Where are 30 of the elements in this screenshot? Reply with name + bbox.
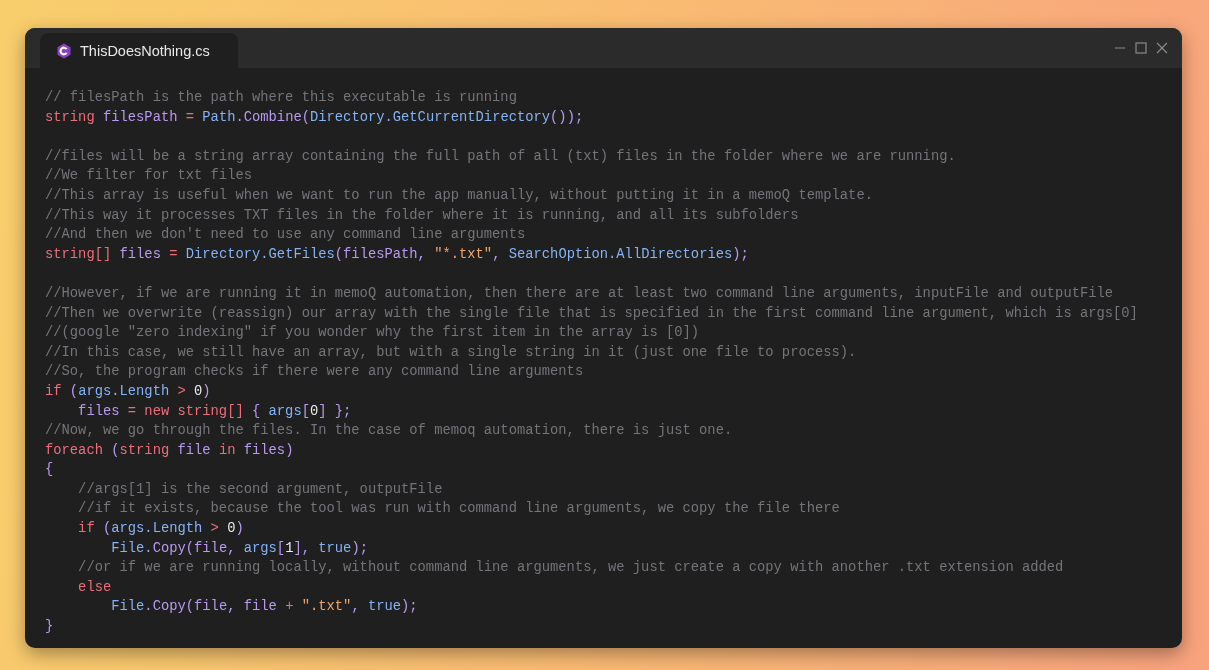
code-line: if (args.Length > 0) xyxy=(77,521,244,537)
code-line: File.Copy(file, file + ".txt", true); xyxy=(110,599,418,615)
code-line: { xyxy=(45,462,54,478)
file-tab[interactable]: ThisDoesNothing.cs xyxy=(40,33,238,68)
code-line: foreach (string file in files) xyxy=(45,442,294,458)
code-line: // filesPath is the path where this executable is running xyxy=(45,90,517,105)
code-line: } xyxy=(45,619,54,635)
csharp-file-icon xyxy=(56,42,72,59)
code-line: string filesPath = Path.Combine(Directory.GetCurrentDirectory()); xyxy=(45,109,584,125)
close-icon[interactable] xyxy=(1156,42,1168,54)
code-line: //And then we don't need to use any command line arguments xyxy=(45,227,526,243)
code-line: //Now, we go through the files. In the case of memoq automation, there is just one. xyxy=(45,423,733,439)
code-line: //However, if we are running it in memoQ automation, then there are at least two command line arguments, inputFile and outputFile xyxy=(45,285,1114,301)
code-line: //if it exists, because the tool was run with command line arguments, we copy the file there xyxy=(77,501,840,517)
code-line: else xyxy=(77,579,112,595)
code-line: //We filter for txt files xyxy=(45,168,252,184)
code-line: //Then we overwrite (reassign) our array with the single file that is specified in the first command line argument, which is args[0] xyxy=(45,305,1138,321)
code-line: //This array is useful when we want to run the app manually, without putting it in a memoQ template. xyxy=(45,187,873,203)
code-line: //files will be a string array containing the full path of all (txt) files in the folder where we are running. xyxy=(45,148,956,164)
code-line: files = new string[] { args[0] }; xyxy=(77,403,352,419)
maximize-icon[interactable] xyxy=(1135,42,1147,54)
code-line: //or if we are running locally, without command line arguments, we just create a copy with another .txt extension added xyxy=(77,560,1064,576)
code-line: //args[1] is the second argument, outputFile xyxy=(77,481,443,497)
code-line: //(google "zero indexing" if you wonder why the first item in the array is [0]) xyxy=(45,325,700,341)
code-line: //So, the program checks if there were any command line arguments xyxy=(45,364,584,380)
code-line: string[] files = Directory.GetFiles(filesPath, "*.txt", SearchOption.AllDirectories); xyxy=(45,246,749,262)
code-line: if (args.Length > 0) xyxy=(45,383,211,399)
code-line: File.Copy(file, args[1], true); xyxy=(110,540,368,556)
code-line: //In this case, we still have an array, but with a single string in it (just one file to process). xyxy=(45,344,857,360)
code-line: //This way it processes TXT files in the folder where it is running, and all its subfolders xyxy=(45,207,799,223)
